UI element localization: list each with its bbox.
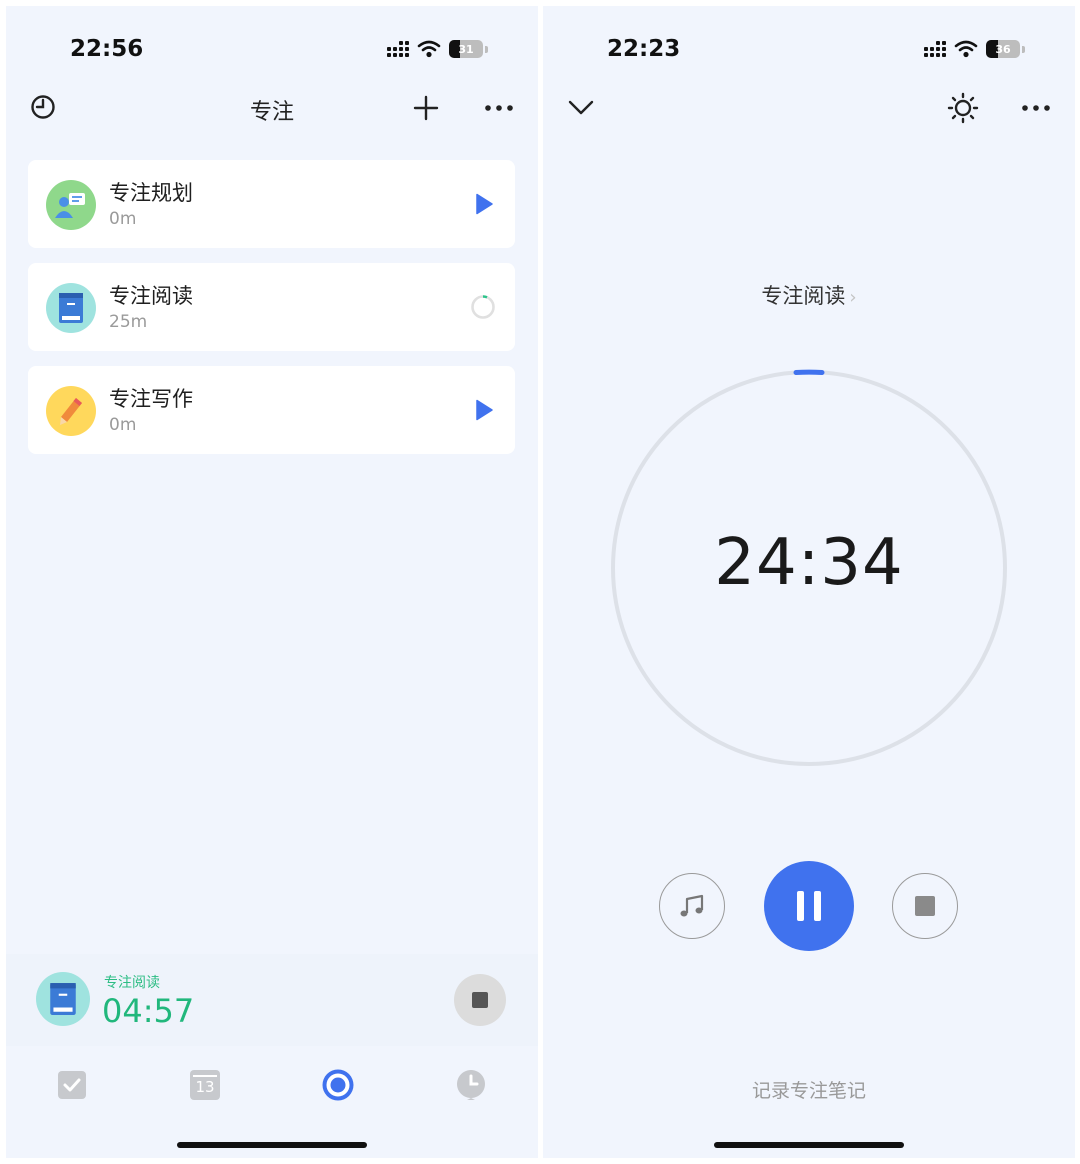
focus-item-name: 专注写作 [109, 387, 193, 411]
stop-icon [472, 992, 488, 1008]
focus-item-name: 专注阅读 [109, 284, 193, 308]
mini-player-timer: 04:57 [102, 992, 195, 1030]
wifi-icon [417, 40, 441, 58]
checkbox-icon [58, 1071, 86, 1099]
progress-ring-icon[interactable] [469, 293, 497, 321]
mini-player-task: 专注阅读 [104, 975, 160, 991]
stop-button[interactable] [892, 873, 958, 939]
book-icon [36, 972, 90, 1026]
focus-item-duration: 0m [109, 415, 137, 435]
focus-item-duration: 25m [109, 312, 148, 332]
signal-icon [924, 41, 946, 57]
calendar-icon: 13 [190, 1070, 220, 1100]
home-indicator [714, 1142, 904, 1148]
tab-focus[interactable] [321, 1068, 355, 1102]
focus-list-screen: 22:56 31 专注 专注规划 0m 专注阅读 25m 专注写作 0m 专注阅… [6, 6, 538, 1158]
focus-item-card[interactable]: 专注阅读 25m [28, 263, 515, 351]
calendar-date: 13 [195, 1078, 215, 1096]
add-icon[interactable] [410, 92, 442, 124]
status-icons: 31 [387, 38, 488, 60]
focus-timer-screen: 22:23 36 专注阅读 › 24:34 记录专注笔记 [543, 6, 1075, 1158]
music-button[interactable] [659, 873, 725, 939]
focus-note-link[interactable]: 记录专注笔记 [543, 1076, 1075, 1103]
home-indicator [177, 1142, 367, 1148]
stop-icon [915, 896, 935, 916]
chevron-right-icon: › [849, 287, 857, 308]
music-icon [680, 894, 704, 917]
chevron-down-icon[interactable] [565, 94, 597, 122]
battery-level: 31 [458, 42, 474, 56]
book-icon [46, 283, 96, 333]
status-time: 22:56 [70, 36, 144, 62]
focus-icon [322, 1069, 354, 1101]
tab-tasks[interactable] [55, 1068, 89, 1102]
planning-icon [46, 180, 96, 230]
pencil-icon [46, 386, 96, 436]
battery-level: 36 [995, 42, 1011, 56]
more-icon[interactable] [482, 94, 516, 122]
task-selector[interactable]: 专注阅读 › [543, 280, 1075, 310]
stop-button[interactable] [454, 974, 506, 1026]
pause-button[interactable] [764, 861, 854, 951]
focus-item-card[interactable]: 专注规划 0m [28, 160, 515, 248]
battery-icon: 31 [449, 40, 483, 58]
mini-player[interactable]: 专注阅读 04:57 [6, 954, 538, 1046]
more-icon[interactable] [1019, 94, 1053, 122]
signal-icon [387, 41, 409, 57]
wifi-icon [954, 40, 978, 58]
focus-item-card[interactable]: 专注写作 0m [28, 366, 515, 454]
tab-bar: 13 [6, 1046, 538, 1126]
battery-icon: 36 [986, 40, 1020, 58]
status-icons: 36 [924, 38, 1025, 60]
page-title: 专注 [249, 100, 294, 125]
play-icon[interactable] [471, 190, 497, 218]
task-name: 专注阅读 [761, 284, 846, 308]
focus-item-name: 专注规划 [109, 181, 193, 205]
tab-calendar[interactable]: 13 [188, 1068, 222, 1102]
tab-history[interactable] [454, 1068, 488, 1102]
status-time: 22:23 [607, 36, 681, 62]
focus-item-duration: 0m [109, 209, 137, 229]
brightness-icon[interactable] [946, 91, 980, 125]
clock-icon [456, 1070, 485, 1100]
countdown-timer: 24:34 [714, 526, 904, 600]
play-icon[interactable] [471, 396, 497, 424]
pause-icon [797, 891, 821, 921]
